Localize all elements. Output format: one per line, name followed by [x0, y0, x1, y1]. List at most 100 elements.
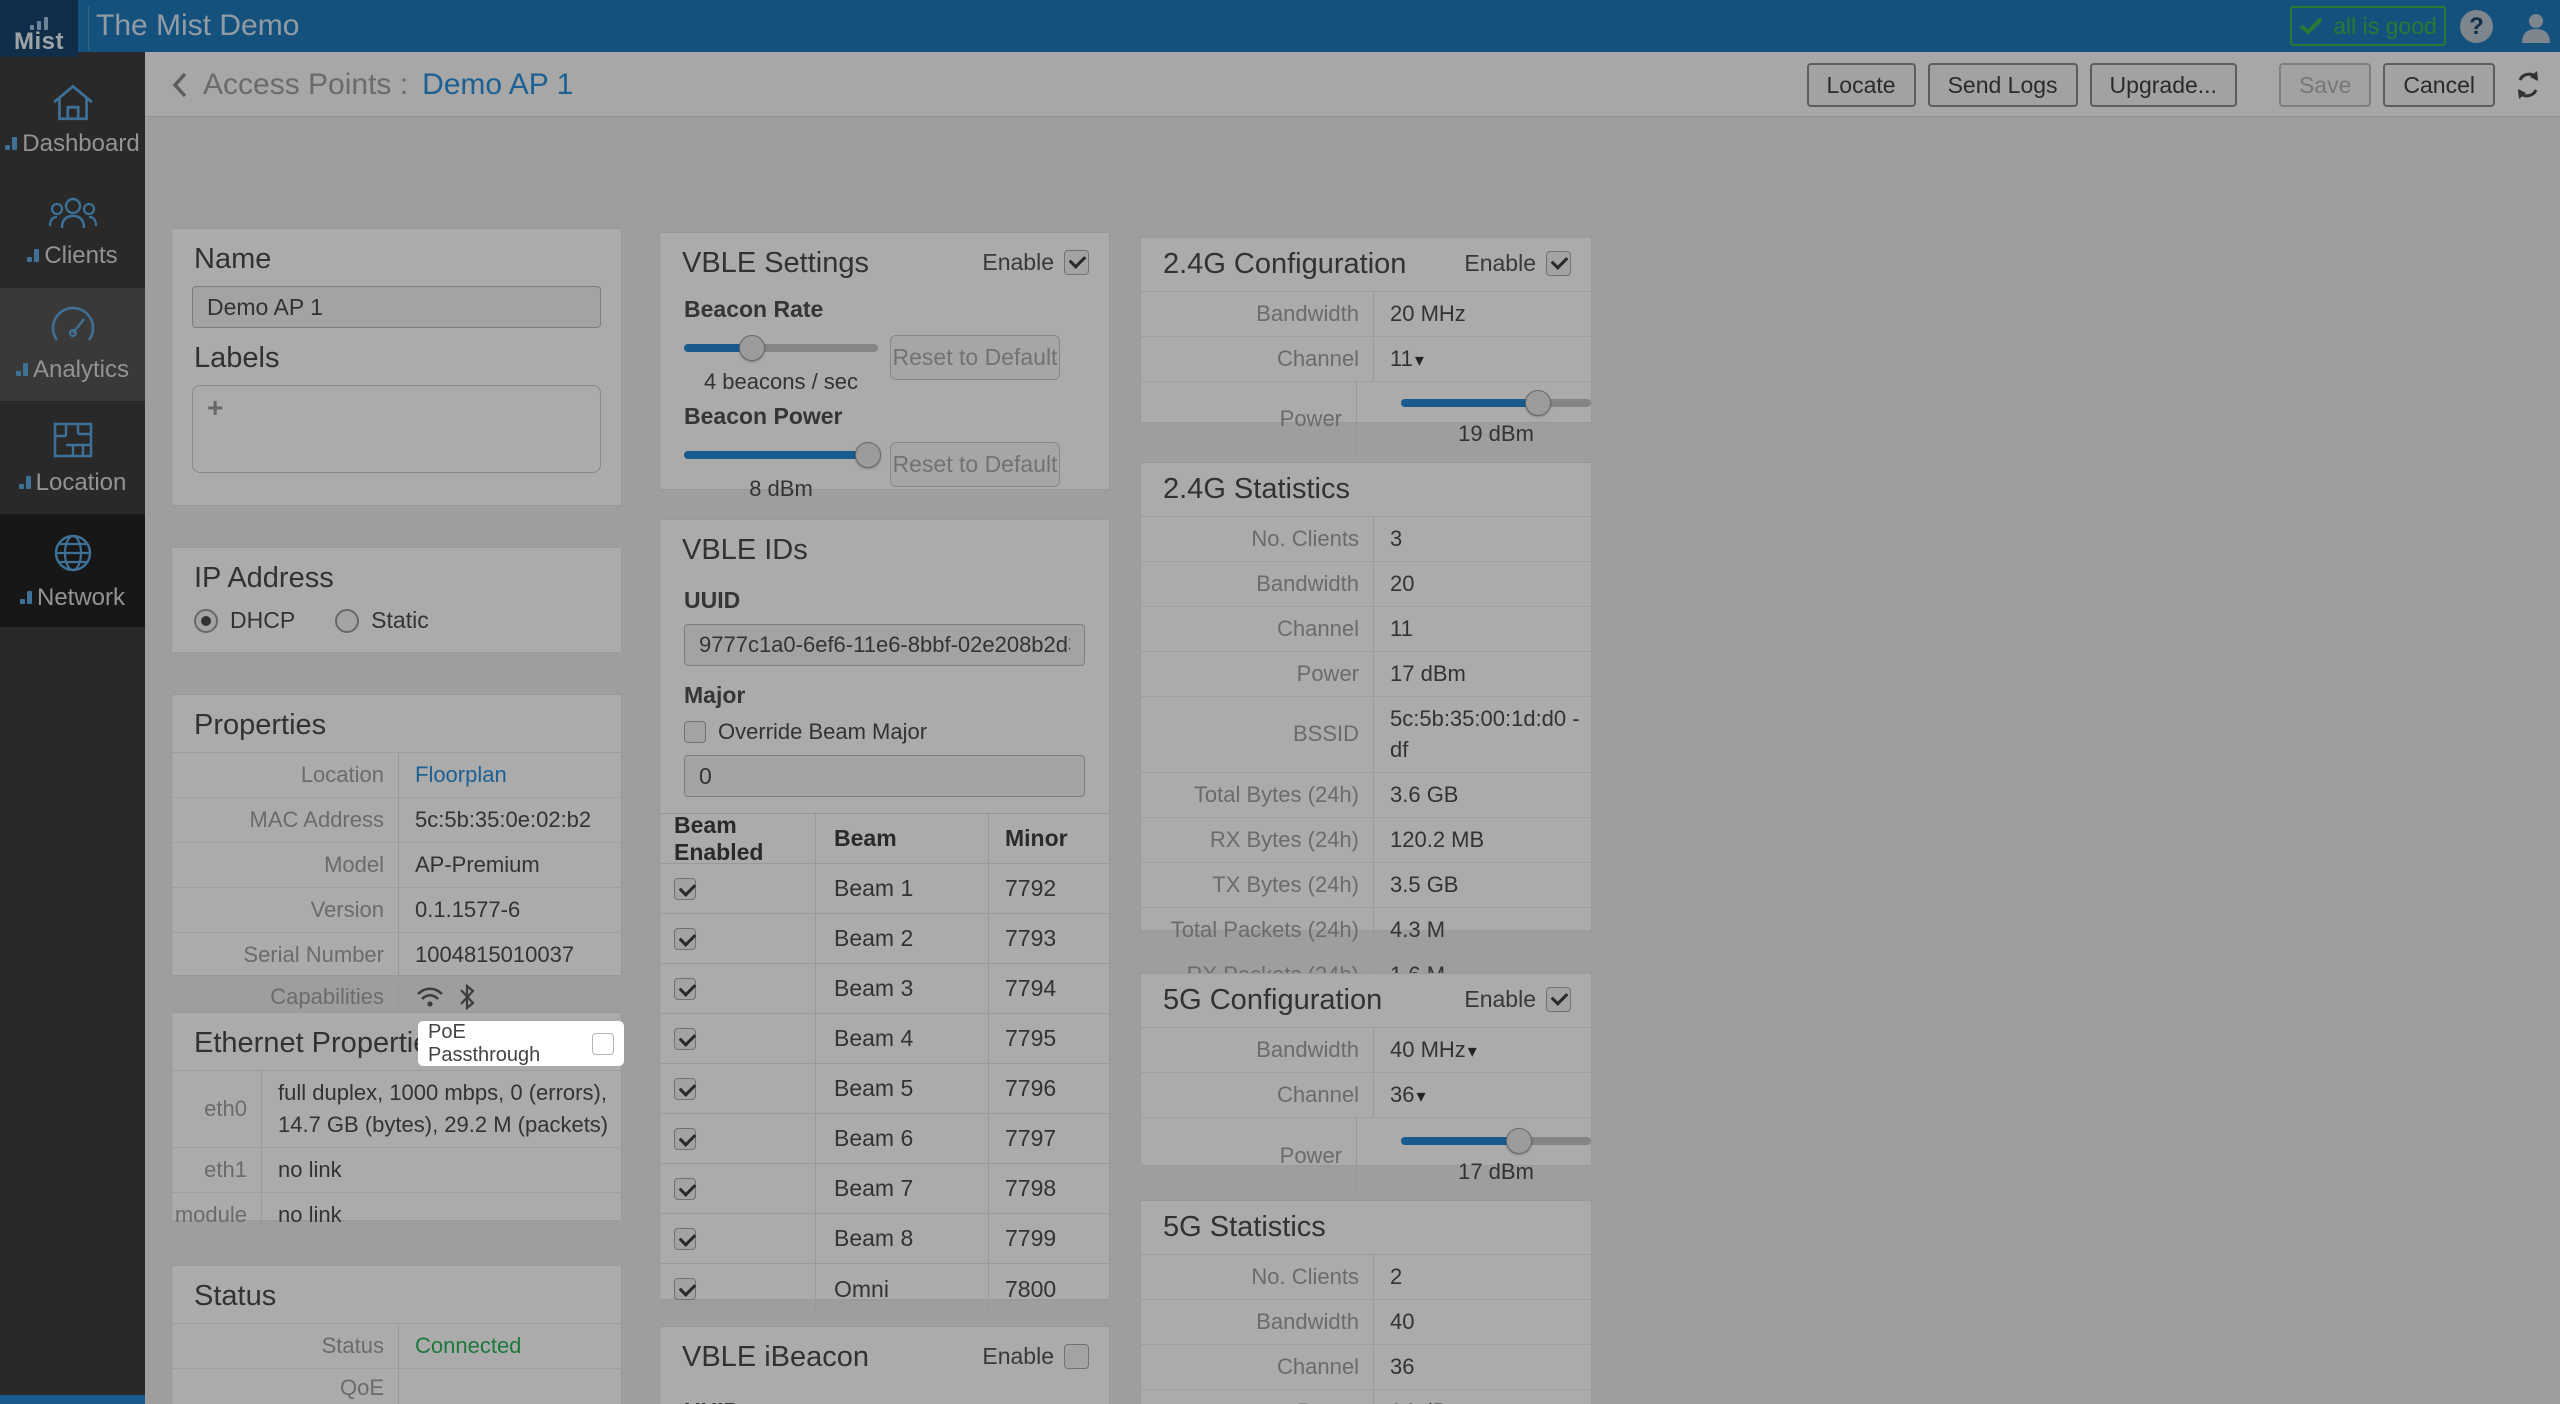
power-24g-slider[interactable]	[1401, 390, 1591, 416]
dhcp-radio-option[interactable]: DHCP	[194, 607, 295, 634]
table-row: BSSID5c:5b:35:00:1d:d0 - df	[1141, 696, 1591, 773]
table-row: Beam 7 7798	[660, 1164, 1109, 1214]
power-5g-slider[interactable]	[1401, 1128, 1591, 1154]
upgrade-button[interactable]: Upgrade...	[2090, 63, 2237, 107]
uuid-input[interactable]	[684, 624, 1085, 666]
slider-thumb[interactable]	[739, 335, 765, 361]
check-icon	[2299, 17, 2323, 35]
static-radio-option[interactable]: Static	[335, 607, 429, 634]
globe-icon	[50, 530, 96, 576]
chevron-down-icon: ▾	[1415, 350, 1424, 370]
table-row: module no link	[172, 1192, 621, 1237]
table-row: QoE	[172, 1368, 621, 1404]
beam-enabled-checkbox[interactable]	[674, 878, 696, 900]
beam-enabled-checkbox[interactable]	[674, 928, 696, 950]
mist-mark-icon	[16, 363, 28, 376]
user-icon[interactable]	[2518, 10, 2554, 46]
add-label-button[interactable]: +	[207, 392, 223, 423]
enable-label: Enable	[1464, 986, 1536, 1013]
major-input[interactable]	[684, 755, 1085, 797]
beam-enabled-checkbox[interactable]	[674, 978, 696, 1000]
beam-enabled-checkbox[interactable]	[674, 1228, 696, 1250]
uuid-label: UUID	[684, 587, 1085, 614]
channel-dropdown[interactable]: 36▾	[1374, 1073, 1591, 1117]
table-row: Bandwidth40	[1141, 1299, 1591, 1344]
beam-enabled-checkbox[interactable]	[674, 1278, 696, 1300]
vble-enable-checkbox[interactable]	[1064, 250, 1089, 275]
save-button[interactable]: Save	[2279, 63, 2371, 107]
sidebar-item-label: Dashboard	[22, 130, 139, 158]
sidebar-item-clients[interactable]: Clients	[0, 175, 145, 288]
refresh-icon[interactable]	[2511, 68, 2545, 102]
beam-table-header: Beam Enabled Beam Minor	[660, 814, 1109, 864]
table-row: Power17 dBm	[1141, 651, 1591, 696]
breadcrumb-section[interactable]: Access Points :	[203, 68, 408, 102]
table-row: eth1 no link	[172, 1147, 621, 1192]
connected-status: Connected	[399, 1324, 621, 1368]
sidebar-item-location[interactable]: Location	[0, 401, 145, 514]
beam-enabled-checkbox[interactable]	[674, 1078, 696, 1100]
config-24g-enable-checkbox[interactable]	[1546, 251, 1571, 276]
table-row: Location Floorplan	[172, 753, 621, 797]
table-row: Bandwidth20	[1141, 561, 1591, 606]
cancel-button[interactable]: Cancel	[2383, 63, 2495, 107]
sidebar-footer-strip	[0, 1395, 145, 1404]
channel-dropdown[interactable]: 11▾	[1374, 337, 1591, 381]
floorplan-link[interactable]: Floorplan	[399, 753, 621, 797]
locate-button[interactable]: Locate	[1807, 63, 1916, 107]
status-badge[interactable]: all is good	[2290, 6, 2446, 46]
table-row: Beam 5 7796	[660, 1064, 1109, 1114]
beacon-rate-slider[interactable]	[684, 335, 878, 361]
sidebar-item-label: Location	[36, 469, 127, 497]
ibeacon-enable-checkbox[interactable]	[1064, 1344, 1089, 1369]
mist-logo[interactable]: Mist	[0, 0, 78, 57]
table-row: Channel11	[1141, 606, 1591, 651]
mist-mark-icon	[20, 591, 32, 604]
slider-thumb[interactable]	[855, 442, 881, 468]
slider-thumb[interactable]	[1506, 1128, 1532, 1154]
sidebar-item-dashboard[interactable]: Dashboard	[0, 62, 145, 175]
send-logs-button[interactable]: Send Logs	[1928, 63, 2078, 107]
reset-beacon-rate-button[interactable]: Reset to Default	[890, 335, 1060, 380]
chevron-down-icon: ▾	[1416, 1086, 1425, 1106]
labels-box[interactable]: +	[192, 385, 601, 473]
page-title: Demo AP 1	[422, 68, 573, 102]
ip-address-card: IP Address DHCP Static	[171, 547, 622, 653]
beacon-rate-value: 4 beacons / sec	[684, 369, 878, 395]
beacon-power-value: 8 dBm	[684, 476, 878, 502]
logo-text: Mist	[14, 31, 64, 53]
power-24g-value: 19 dBm	[1401, 418, 1591, 450]
config-5g-card: 5G Configuration Enable Bandwidth 40 MHz…	[1140, 973, 1592, 1166]
config-5g-enable-checkbox[interactable]	[1546, 987, 1571, 1012]
poe-passthrough-popup: PoE Passthrough	[418, 1021, 624, 1066]
ap-name-input[interactable]	[192, 286, 601, 328]
help-icon[interactable]: ?	[2460, 10, 2493, 43]
bandwidth-value: 20 MHz	[1374, 292, 1591, 336]
vble-ids-title: VBLE IDs	[660, 520, 1109, 577]
beam-enabled-checkbox[interactable]	[674, 1178, 696, 1200]
back-chevron-icon[interactable]	[171, 71, 189, 99]
table-row: Bandwidth 20 MHz	[1141, 292, 1591, 336]
table-row: Serial Number 1004815010037	[172, 932, 621, 977]
table-row: TX Bytes (24h)3.5 GB	[1141, 862, 1591, 907]
beam-enabled-checkbox[interactable]	[674, 1028, 696, 1050]
beam-table: Beam Enabled Beam Minor Beam 1 7792 Beam…	[660, 813, 1109, 1314]
static-radio[interactable]	[335, 609, 359, 633]
table-row: Power 19 dBm	[1141, 381, 1591, 456]
sidebar-item-analytics[interactable]: Analytics	[0, 288, 145, 401]
stats-5g-title: 5G Statistics	[1141, 1201, 1591, 1255]
beam-enabled-checkbox[interactable]	[674, 1128, 696, 1150]
labels-title: Labels	[172, 328, 621, 385]
dhcp-radio[interactable]	[194, 609, 218, 633]
slider-thumb[interactable]	[1525, 390, 1551, 416]
floorplan-icon	[50, 419, 96, 461]
poe-passthrough-checkbox[interactable]	[592, 1033, 614, 1055]
beacon-power-slider[interactable]	[684, 442, 878, 468]
table-row: Beam 4 7795	[660, 1014, 1109, 1064]
reset-beacon-power-button[interactable]: Reset to Default	[890, 442, 1060, 487]
sidebar-item-network[interactable]: Network	[0, 514, 145, 627]
name-card: Name Labels +	[171, 228, 622, 506]
bandwidth-dropdown[interactable]: 40 MHz▾	[1374, 1028, 1591, 1072]
override-beam-major-checkbox[interactable]	[684, 721, 706, 743]
table-row: Status Connected	[172, 1324, 621, 1368]
